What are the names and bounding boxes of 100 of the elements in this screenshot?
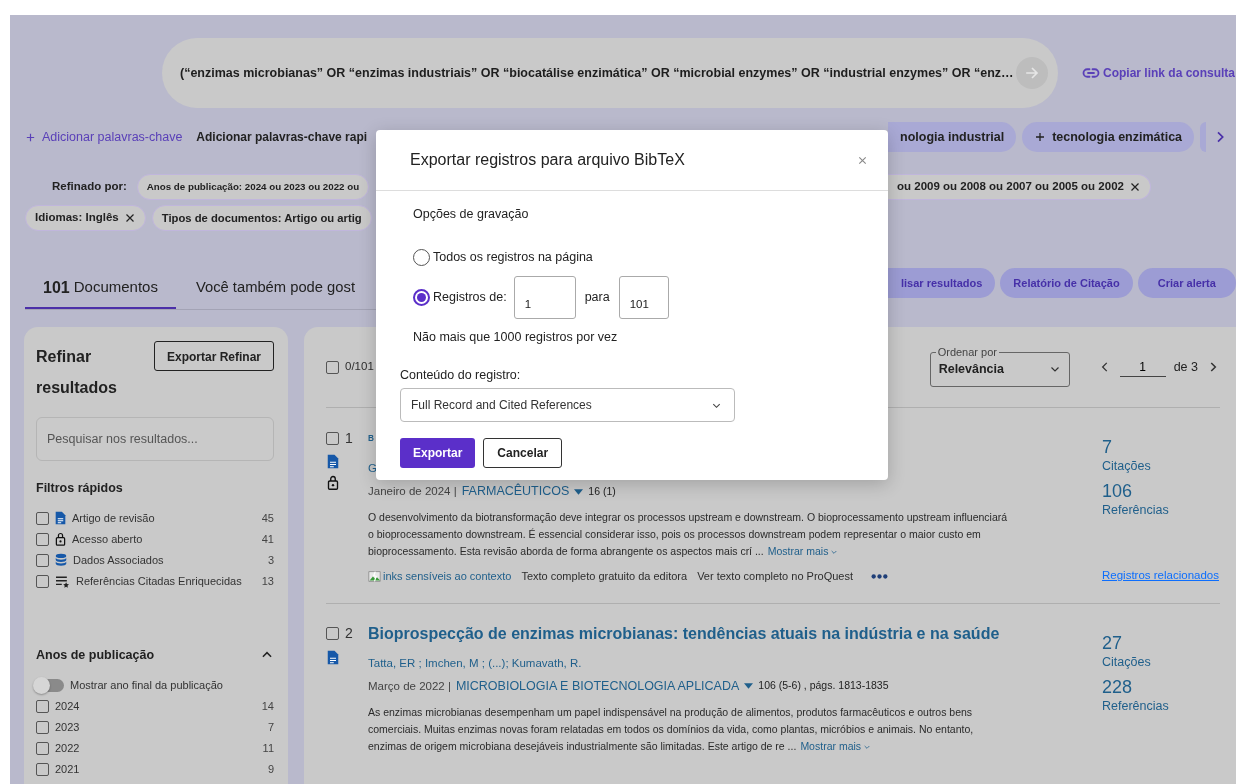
page-total: de 3 — [1173, 358, 1198, 376]
author-list[interactable]: G — [368, 462, 377, 474]
year-count: 9 — [267, 761, 274, 777]
publication-date: Março de 2022 | — [368, 678, 451, 694]
dots-icon — [871, 573, 889, 579]
range-from-field[interactable]: 1 — [513, 275, 576, 319]
option-label: Todos os registros na página — [433, 248, 593, 266]
action-button[interactable]: Relatório de Citação — [1000, 268, 1133, 298]
caret-down-icon — [574, 488, 584, 495]
tab[interactable]: Você também pode gost — [177, 268, 373, 309]
checkbox[interactable] — [36, 574, 49, 588]
close-icon — [123, 212, 136, 224]
range-to-field[interactable]: 101 — [618, 275, 669, 319]
author-list[interactable]: Tatta, ER ; Imchen, M ; (...); Kumavath, R. — [368, 656, 582, 669]
selected-count: 0/101 — [345, 359, 374, 375]
lock-icon — [55, 532, 66, 547]
publication-date: Janeiro de 2024 | — [368, 484, 457, 499]
more-options-button[interactable] — [871, 573, 889, 579]
reference-count[interactable]: 106 — [1102, 480, 1220, 502]
quick-keywords-label: Adicionar palavras-chave rapi — [196, 129, 368, 146]
reference-count[interactable]: 228 — [1102, 675, 1220, 698]
radio-button[interactable] — [413, 288, 430, 306]
sort-select[interactable]: Ordenar por Relevância — [929, 347, 1070, 387]
cancel-button[interactable]: Cancelar — [483, 438, 563, 468]
citations-label[interactable]: Citações — [1102, 458, 1220, 474]
journal-link[interactable]: MICROBIOLOGIA E BIOTECNOLOGIA APLICADA — [455, 676, 740, 696]
checkbox[interactable] — [326, 431, 339, 445]
filter-count: 3 — [267, 553, 274, 568]
checkbox[interactable] — [36, 532, 49, 546]
year-count: 11 — [262, 740, 274, 756]
full-text-link[interactable]: Texto completo gratuito da editora — [521, 568, 688, 585]
show-more-link[interactable]: Mostrar mais — [767, 545, 839, 557]
result-number: 2 — [345, 624, 353, 643]
add-keywords-link[interactable]: Adicionar palavras-chave — [25, 127, 183, 147]
toggle-switch[interactable] — [36, 678, 64, 692]
field-label: Conteúdo do registro: — [400, 367, 522, 385]
abstract-text: O desenvolvimento da biotransformação deve integrar os processos upstream e downstream. O bioprocessamento upstream influenciará o bioprocessamento downstream. É essencial considerar isso, pois os processos downstream podem representar o maior custo em bioprocessamento. Esta revisão aborda de forma abrangente os aspectos mais crí ... Mostrar mais — [368, 510, 1008, 559]
checkbox[interactable] — [326, 360, 339, 374]
show-more-link[interactable]: Mostrar mais — [800, 739, 872, 752]
export-refine-button[interactable]: Exportar Refinar — [153, 341, 274, 371]
keyword-chip[interactable]: nologia industrial — [888, 122, 1017, 152]
filter-chip[interactable]: ou 2009 ou 2008 ou 2007 ou 2005 ou 2002 — [888, 174, 1151, 200]
filter-chip[interactable]: Anos de publicação: 2024 ou 2023 ou 2022 ou — [136, 174, 370, 200]
image-alt-text: inks sensíveis ao contexto — [383, 569, 512, 584]
references-label[interactable]: Referências — [1102, 502, 1220, 518]
export-button[interactable]: Exportar — [400, 438, 476, 468]
citations-label[interactable]: Citações — [1102, 653, 1220, 670]
keyword-chip[interactable]: tecnologia enzimática — [1022, 122, 1195, 152]
record-content-select[interactable]: Full Record and Cited References — [400, 388, 735, 422]
option-label: Registros de: — [433, 288, 507, 306]
references-label[interactable]: Referências — [1102, 697, 1220, 714]
filter-chip[interactable]: Idiomas: Inglês — [25, 205, 146, 231]
checkbox[interactable] — [326, 627, 339, 640]
panel-title: Refinar resultados — [36, 347, 118, 398]
database-icon — [55, 553, 67, 568]
result-title-link[interactable]: Bioprospecção de enzimas microbianas: tendências atuais na indústria e na saúde — [368, 623, 1000, 644]
list-star-icon — [55, 574, 70, 588]
volume-info: 106 (5-6) , págs. 1813-1835 — [758, 678, 889, 694]
year-count: 14 — [261, 698, 274, 714]
search-field[interactable]: Pesquisar nos resultados... — [36, 417, 274, 461]
year-label: 2022 — [55, 740, 80, 756]
checkbox[interactable] — [36, 511, 49, 525]
checkbox[interactable] — [36, 553, 49, 567]
citation-count[interactable]: 7 — [1102, 436, 1220, 458]
checkbox[interactable] — [36, 762, 49, 776]
close-icon — [857, 154, 868, 166]
tab[interactable]: 101 Documentos — [25, 268, 176, 309]
plus-icon — [25, 131, 36, 143]
checkbox[interactable] — [36, 741, 49, 755]
refined-by-label: Refinado por: — [52, 179, 127, 195]
related-records-link[interactable]: Registros relacionados — [1102, 567, 1220, 585]
filter-label: Dados Associados — [73, 553, 164, 568]
journal-link[interactable]: FARMACÊUTICOS — [461, 482, 570, 501]
result-title-link[interactable]: B — [368, 429, 374, 449]
filter-count: 45 — [261, 511, 274, 526]
section-title: Anos de publicação — [36, 646, 155, 664]
close-icon — [1128, 181, 1141, 193]
close-button[interactable] — [857, 154, 868, 166]
page-number-field[interactable]: 1 — [1119, 357, 1166, 377]
search-bar[interactable]: (“enzimas microbianas” OR “enzimas industriais” OR “biocatálise enzimática” OR “microbial enzymes” OR “industrial enzymes” OR “enz… — [162, 38, 1058, 108]
full-text-link[interactable]: Ver texto completo no ProQuest — [697, 568, 854, 585]
copy-link[interactable]: Copiar link da consulta — [1082, 64, 1236, 82]
journal-menu-button[interactable] — [744, 683, 754, 690]
limit-note: Não mais que 1000 registros por vez — [412, 328, 619, 346]
section-label: Opções de gravação — [412, 206, 530, 223]
filter-count: 41 — [261, 532, 274, 547]
filter-chip[interactable]: Tipos de documentos: Artigo ou artig — [151, 205, 372, 231]
checkbox[interactable] — [36, 720, 49, 734]
citation-count[interactable]: 27 — [1102, 631, 1220, 654]
checkbox[interactable] — [36, 699, 49, 713]
volume-info: 16 (1) — [588, 483, 616, 499]
action-button[interactable]: Criar alerta — [1137, 268, 1236, 298]
action-button[interactable]: lisar resultados — [888, 268, 996, 298]
year-label: 2021 — [55, 761, 80, 777]
document-icon — [327, 454, 339, 469]
document-icon — [55, 511, 66, 526]
plus-icon — [1034, 131, 1047, 143]
section-title: Filtros rápidos — [36, 480, 124, 497]
journal-menu-button[interactable] — [574, 488, 584, 495]
filter-count: 13 — [261, 574, 274, 589]
